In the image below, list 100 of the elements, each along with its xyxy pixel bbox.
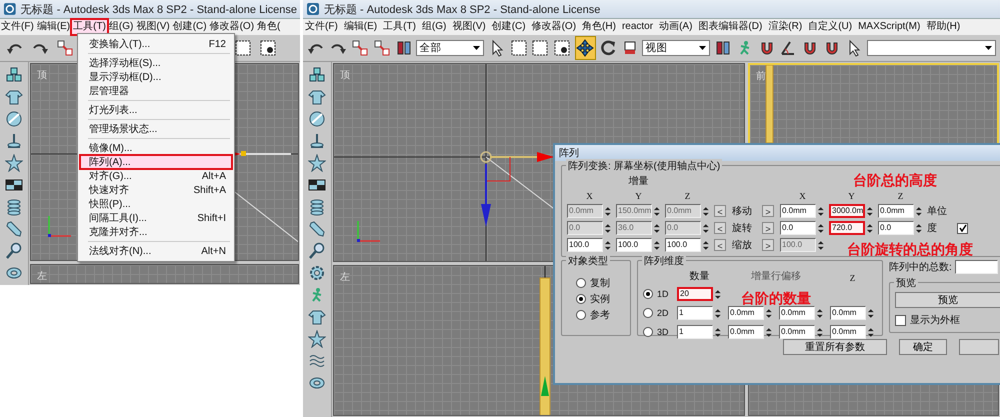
copy-left-button[interactable]: < [714, 239, 726, 251]
dashed-circle-square-icon[interactable] [553, 39, 572, 57]
number-field[interactable]: 0.0mm [779, 306, 816, 320]
stacked-disks-icon[interactable] [308, 198, 326, 216]
menu-item[interactable]: 管理场景状态... [80, 122, 232, 136]
selection-filter-dropdown[interactable]: 全部 [416, 40, 484, 56]
menu-item[interactable]: 文件(F) [303, 20, 340, 34]
shirt-icon[interactable] [5, 88, 23, 106]
menu-item[interactable]: reactor [620, 20, 656, 34]
rotate-icon[interactable] [599, 39, 618, 57]
menu-item[interactable]: 快照(P)... [80, 197, 232, 211]
number-field[interactable]: 1 [677, 306, 714, 320]
pencil-icon[interactable] [5, 220, 23, 238]
radio-button[interactable] [576, 294, 586, 304]
checkbox[interactable] [957, 222, 968, 234]
copy-right-button[interactable]: > [762, 239, 774, 251]
menu-item[interactable]: 修改器(O) [208, 20, 256, 34]
menu-item[interactable]: 角色( [256, 20, 282, 34]
number-field[interactable]: 1 [677, 325, 714, 339]
number-field[interactable]: 100.0 [567, 238, 604, 252]
move-tool-button[interactable] [574, 36, 596, 60]
menu-item[interactable]: 渲染(R) [766, 20, 804, 34]
number-field[interactable]: 0.0mm [728, 306, 764, 320]
menu-item[interactable]: 灯光列表... [80, 103, 232, 117]
number-field[interactable]: 0.0mm [779, 325, 816, 339]
number-field[interactable]: 0.0mm [728, 325, 764, 339]
menu-item[interactable]: 变换输入(T)... F12 [80, 37, 232, 51]
number-field[interactable]: 0.0 [878, 221, 914, 235]
cubes-icon[interactable] [308, 66, 326, 84]
star-icon[interactable] [308, 154, 326, 172]
copy-right-button[interactable]: > [762, 222, 774, 234]
dashed-square-icon[interactable] [510, 39, 528, 57]
dashed-circle-square-icon[interactable] [259, 39, 277, 57]
magnifier-icon[interactable] [308, 242, 326, 260]
menu-item[interactable]: 法线对齐(N)... Alt+N [80, 244, 232, 258]
pin-icon[interactable] [308, 132, 326, 150]
cubes-icon[interactable] [5, 66, 23, 84]
mirror-icon[interactable] [395, 39, 413, 57]
menu-item[interactable]: 快速对齐 Shift+A [80, 183, 232, 197]
number-field[interactable]: 100.0 [665, 238, 702, 252]
link-icon[interactable] [56, 39, 74, 57]
number-field[interactable]: 0.0mm [830, 306, 866, 320]
dashed-square-icon[interactable] [234, 39, 252, 57]
reset-all-button[interactable]: 重置所有参数 [783, 339, 887, 355]
star-icon[interactable] [308, 330, 326, 348]
menu-item[interactable]: 层管理器 [80, 84, 232, 98]
menu-item[interactable]: 显示浮动框(D)... [80, 70, 232, 84]
number-field[interactable]: 0.0mm [780, 204, 816, 218]
menu-item[interactable]: 阵列(A)... [80, 155, 232, 169]
menu-item[interactable]: 文件(F) [0, 20, 35, 34]
radio-button[interactable] [643, 308, 653, 318]
menu-item[interactable]: 对齐(G)... Alt+A [80, 169, 232, 183]
number-field[interactable]: 3000.0m [829, 204, 866, 218]
coordinate-system-dropdown[interactable]: 视图 [642, 40, 710, 56]
menu-item[interactable]: 自定义(U) [806, 20, 854, 34]
menu-item[interactable]: 选择浮动框(S)... [80, 56, 232, 70]
sphere-icon[interactable] [308, 110, 326, 128]
shirt-icon[interactable] [308, 88, 326, 106]
menu-item[interactable]: 组(G) [108, 20, 134, 34]
copy-right-button[interactable]: > [762, 205, 774, 217]
menu-item[interactable]: 创建(C) [172, 20, 208, 34]
menu-item[interactable]: 编辑(E) [36, 20, 72, 34]
ok-button[interactable]: 确定 [899, 339, 947, 355]
menu-item[interactable]: 图表编辑器(D) [696, 20, 764, 34]
link-icon[interactable] [351, 39, 370, 57]
menu-item[interactable]: 镜像(M)... [80, 141, 232, 155]
shirt-icon[interactable] [308, 308, 326, 326]
cancel-button[interactable] [959, 339, 999, 355]
number-field[interactable]: 100.0 [616, 238, 652, 252]
menu-item[interactable]: 间隔工具(I)... Shift+I [80, 211, 232, 225]
menu-item[interactable]: 组(G) [420, 20, 448, 34]
preview-button[interactable]: 预览 [895, 292, 1000, 308]
star-icon[interactable] [5, 154, 23, 172]
radio-button[interactable] [576, 310, 586, 320]
number-field[interactable]: 720.0 [829, 221, 866, 235]
link-icon[interactable] [373, 39, 392, 57]
copy-left-button[interactable]: < [714, 222, 726, 234]
pin-icon[interactable] [5, 132, 23, 150]
menu-item[interactable]: 修改器(O) [530, 20, 578, 34]
menu-item[interactable]: 动画(A) [657, 20, 694, 34]
menu-item[interactable]: 角色(H) [580, 20, 618, 34]
gear-icon[interactable] [308, 264, 326, 282]
menu-item[interactable]: 视图(V) [450, 20, 488, 34]
radio-button[interactable] [643, 289, 653, 299]
dashed-square-icon[interactable] [531, 39, 550, 57]
menu-item[interactable]: 编辑(E) [342, 20, 380, 34]
menu-item[interactable]: 创建(C) [490, 20, 528, 34]
selection-set-dropdown[interactable] [866, 40, 996, 56]
radio-button[interactable] [576, 278, 586, 288]
wave-lines-icon[interactable] [308, 352, 326, 370]
mirror-icon[interactable] [714, 39, 732, 57]
pencil-icon[interactable] [308, 220, 326, 238]
menu-item[interactable]: MAXScript(M) [856, 20, 922, 34]
number-field[interactable]: 0.0mm [878, 204, 914, 218]
menu-item[interactable]: 克隆并对齐... [80, 225, 232, 239]
sphere-icon[interactable] [5, 110, 23, 128]
menu-item[interactable]: 工具(T) [381, 20, 418, 34]
number-field[interactable]: 0.0 [780, 221, 816, 235]
number-field[interactable]: 20 [677, 287, 714, 301]
number-field[interactable]: 0.0mm [830, 325, 866, 339]
